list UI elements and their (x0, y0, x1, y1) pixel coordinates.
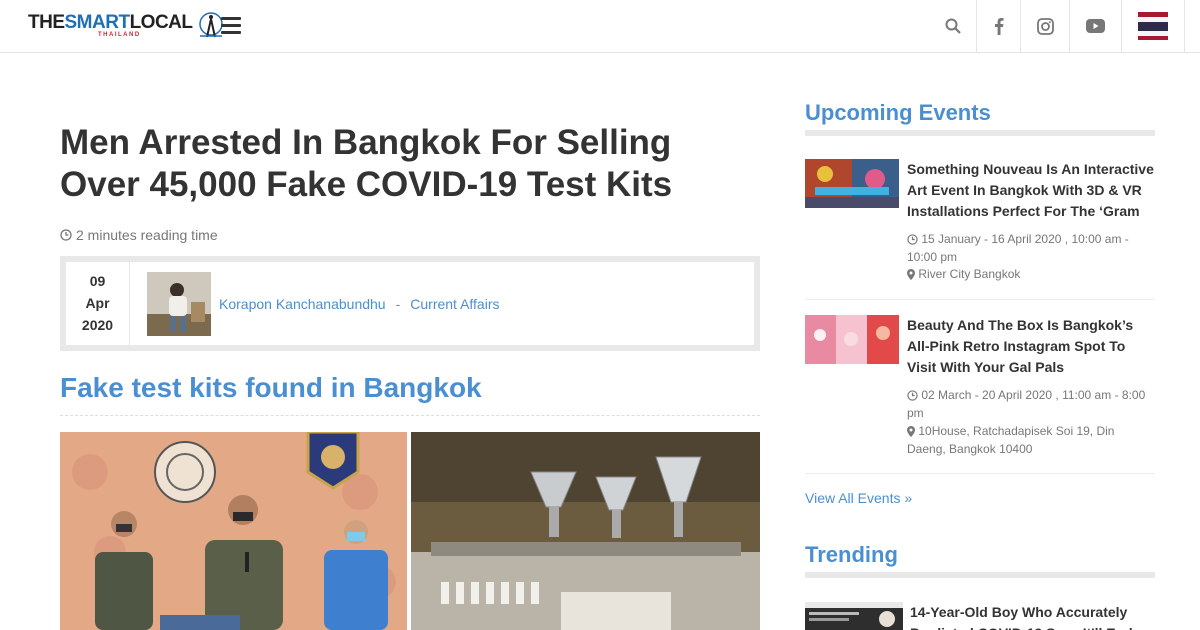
thailand-flag-icon (1138, 12, 1168, 40)
menu-icon[interactable] (221, 17, 241, 35)
trending-title[interactable]: 14-Year-Old Boy Who Accurately Predicted… (910, 602, 1155, 630)
event-title[interactable]: Beauty And The Box Is Bangkok’s All-Pink… (907, 315, 1155, 378)
event-item[interactable]: Something Nouveau Is An Interactive Art … (805, 159, 1155, 300)
author-photo (147, 272, 211, 336)
search-button[interactable] (930, 0, 976, 52)
event-dates-text: 15 January - 16 April 2020 , 10:00 am - … (907, 232, 1129, 264)
date-day: 09 (89, 273, 106, 289)
event-title[interactable]: Something Nouveau Is An Interactive Art … (907, 159, 1155, 222)
search-icon (945, 18, 961, 34)
site-header: THESMARTLOCAL THAILAND (0, 0, 1200, 53)
event-location-text: River City Bangkok (918, 267, 1021, 281)
article-image-test-kit-machinery (411, 432, 760, 630)
logo-subtitle: THAILAND (98, 32, 141, 38)
header-icon-bar (930, 0, 1185, 52)
language-switch[interactable] (1121, 0, 1185, 52)
clock-icon (60, 229, 72, 241)
event-item[interactable]: Beauty And The Box Is Bangkok’s All-Pink… (805, 315, 1155, 474)
article-meta-links: Korapon Kanchanabundhu - Current Affairs (219, 296, 500, 312)
facebook-icon (994, 18, 1003, 35)
article-title: Men Arrested In Bangkok For Selling Over… (60, 123, 673, 204)
author-link[interactable]: Korapon Kanchanabundhu (219, 296, 386, 312)
date-month: Apr (85, 295, 110, 311)
event-dates: 02 March - 20 April 2020 , 11:00 am - 8:… (907, 386, 1155, 422)
instagram-icon (1036, 17, 1054, 35)
view-all-events-link[interactable]: View All Events » (805, 490, 912, 506)
facebook-link[interactable] (976, 0, 1020, 52)
event-location: 10House, Ratchadapisek Soi 19, Din Daeng… (907, 422, 1155, 458)
event-thumbnail[interactable] (805, 159, 899, 208)
map-marker-icon (907, 269, 915, 281)
map-marker-icon (907, 426, 915, 438)
meta-separator: - (395, 296, 401, 312)
youtube-link[interactable] (1069, 0, 1121, 52)
event-location-text: 10House, Ratchadapisek Soi 19, Din Daeng… (907, 424, 1115, 456)
site-logo[interactable]: THESMARTLOCAL THAILAND (28, 10, 225, 42)
publish-date: 09 Apr 2020 (66, 262, 130, 345)
date-year: 2020 (81, 317, 114, 333)
clock-icon (907, 234, 918, 246)
clock-icon (907, 390, 918, 402)
instagram-link[interactable] (1020, 0, 1069, 52)
article-meta-box: 09 Apr 2020 Korapon Kanchanabundhu - Cur… (60, 256, 760, 351)
youtube-icon (1086, 19, 1105, 33)
trending-thumbnail[interactable] (805, 602, 903, 630)
category-link[interactable]: Current Affairs (410, 296, 499, 312)
trending-heading: Trending (805, 542, 1155, 578)
event-dates: 15 January - 16 April 2020 , 10:00 am - … (907, 230, 1155, 266)
article-image-police-press (60, 432, 407, 630)
reading-time-text: 2 minutes reading time (76, 227, 218, 243)
event-thumbnail[interactable] (805, 315, 899, 364)
upcoming-events-heading: Upcoming Events (805, 100, 1155, 136)
event-dates-text: 02 March - 20 April 2020 , 11:00 am - 8:… (907, 388, 1146, 420)
reading-time: 2 minutes reading time (60, 227, 218, 243)
event-location: River City Bangkok (907, 265, 1155, 283)
author-avatar[interactable] (147, 272, 211, 336)
section-heading: Fake test kits found in Bangkok (60, 372, 760, 416)
